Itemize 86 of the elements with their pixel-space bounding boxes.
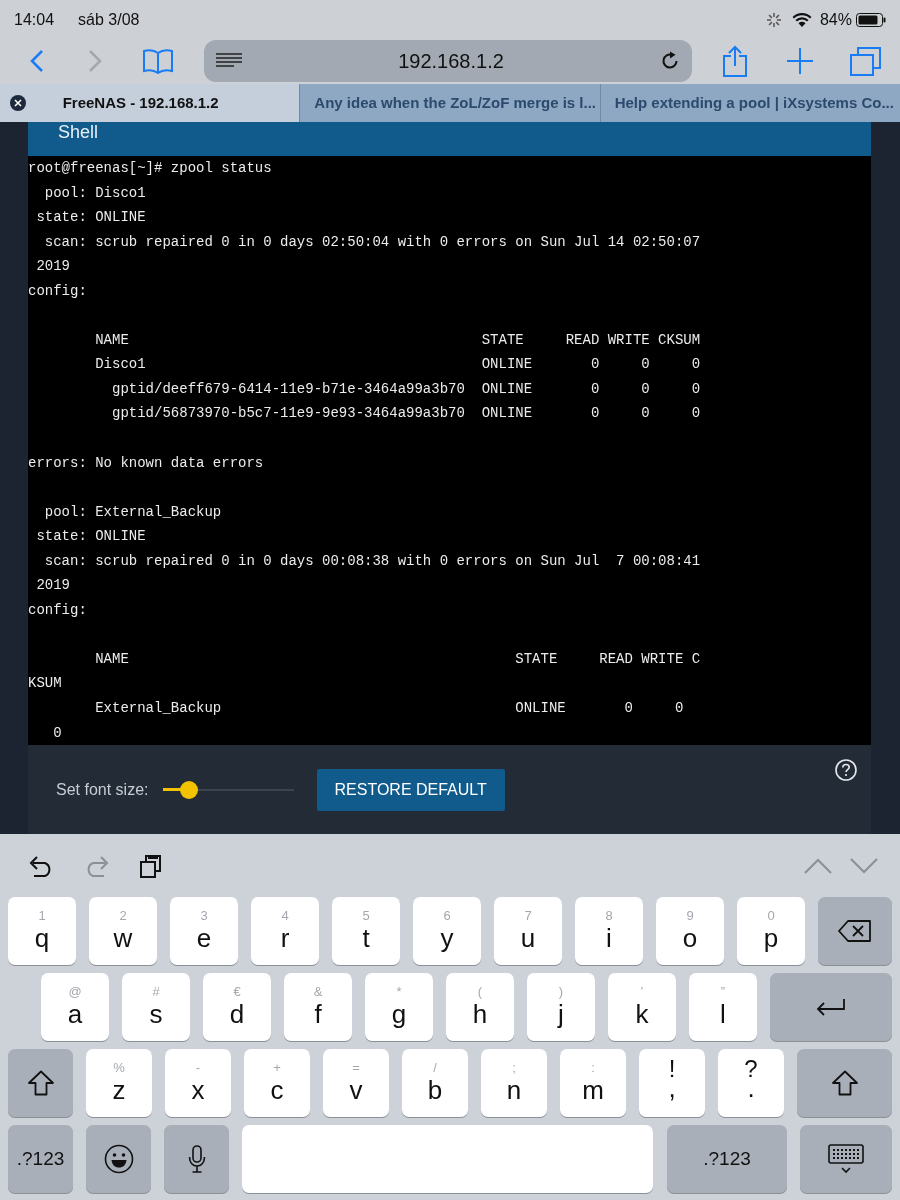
terminal-line: scan: scrub repaired 0 in 0 days 02:50:04 with 0 errors on Sun Jul 14 02:50:07 bbox=[43, 232, 702, 252]
keyboard-key[interactable]: - x bbox=[165, 1049, 231, 1117]
plus-icon[interactable] bbox=[786, 47, 814, 75]
keyboard-key[interactable]: / b bbox=[402, 1049, 468, 1117]
keyboard-key[interactable]: + c bbox=[244, 1049, 310, 1117]
terminal-line: config: bbox=[28, 600, 88, 620]
browser-tab[interactable]: Help extending a pool | iXsystems Co... bbox=[599, 84, 900, 122]
smiley-icon bbox=[103, 1144, 134, 1174]
shift-arrow-icon bbox=[830, 1070, 859, 1096]
terminal-line: pool: Disco1 bbox=[43, 183, 147, 203]
terminal-line: NAME STATE READ WRITE C bbox=[94, 649, 702, 669]
browser-tab[interactable]: FreeNAS - 192.168.1.2 bbox=[0, 84, 300, 122]
tabs-icon[interactable] bbox=[850, 46, 882, 76]
symbols-key[interactable]: .?123 bbox=[667, 1125, 787, 1193]
keyboard-key[interactable]: ; n bbox=[481, 1049, 547, 1117]
keyboard-key[interactable]: 3 e bbox=[170, 897, 238, 965]
terminal-line: 2019 bbox=[35, 257, 71, 277]
status-date: sáb 3/08 bbox=[78, 10, 140, 30]
terminal-line: Disco1 ONLINE 0 0 0 bbox=[94, 355, 702, 375]
terminal-line: root@freenas[~]# zpool status bbox=[28, 159, 273, 178]
panel-title: Shell bbox=[58, 122, 99, 142]
keyboard-icon bbox=[828, 1144, 864, 1174]
keyboard-key[interactable]: ? . bbox=[718, 1049, 784, 1117]
back-icon[interactable] bbox=[30, 49, 44, 73]
keyboard-key[interactable]: ! , bbox=[639, 1049, 705, 1117]
terminal-line: KSUM bbox=[28, 674, 63, 694]
terminal-line: gptid/deeff679-6414-11e9-b71e-3464a99a3b70 ONLINE 0 0 0 bbox=[111, 379, 702, 399]
keyboard-key[interactable]: € d bbox=[203, 973, 271, 1041]
return-icon bbox=[816, 998, 846, 1016]
book-icon[interactable] bbox=[142, 48, 174, 74]
keyboard-key[interactable]: % z bbox=[86, 1049, 152, 1117]
keyboard-key[interactable]: 1 q bbox=[8, 897, 76, 965]
keyboard-key[interactable]: 0 p bbox=[737, 897, 805, 965]
terminal-line: state: ONLINE bbox=[35, 208, 147, 228]
font-size-label: Set font size: bbox=[56, 779, 149, 800]
reload-icon[interactable] bbox=[660, 51, 680, 71]
terminal-line: config: bbox=[28, 281, 88, 301]
dictation-key[interactable] bbox=[164, 1125, 229, 1193]
battery-percent: 84% bbox=[819, 10, 852, 30]
hide-keyboard-key[interactable] bbox=[800, 1125, 892, 1193]
keyboard-key[interactable]: * g bbox=[365, 973, 433, 1041]
terminal-line: scan: scrub repaired 0 in 0 days 00:08:38 with 0 errors on Sun Jul 7 00:08:41 bbox=[43, 551, 702, 571]
keyboard-key[interactable]: 7 u bbox=[494, 897, 562, 965]
terminal-line: External_Backup ONLINE 0 0 bbox=[94, 699, 685, 719]
microphone-icon bbox=[187, 1145, 206, 1173]
keyboard-key[interactable]: # s bbox=[122, 973, 190, 1041]
terminal-line: gptid/56873970-b5c7-11e9-9e93-3464a99a3b70 ONLINE 0 0 0 bbox=[111, 404, 702, 424]
terminal-line: NAME STATE READ WRITE CKSUM bbox=[94, 330, 702, 350]
keyboard-key[interactable]: = v bbox=[323, 1049, 389, 1117]
keyboard-key[interactable]: : m bbox=[560, 1049, 626, 1117]
address-bar[interactable]: 192.168.1.2 bbox=[204, 40, 692, 82]
keyboard-key[interactable]: 6 y bbox=[413, 897, 481, 965]
keyboard-key[interactable]: ’ k bbox=[608, 973, 676, 1041]
keyboard-key[interactable]: 2 w bbox=[89, 897, 157, 965]
terminal-line: 0 bbox=[52, 723, 63, 743]
restore-default-button[interactable]: RESTORE DEFAULT bbox=[316, 768, 505, 811]
browser-tab[interactable]: Any idea when the ZoL/ZoF merge is l... bbox=[299, 84, 600, 122]
reader-icon[interactable] bbox=[216, 53, 242, 69]
clock-time: 14:04 bbox=[14, 10, 55, 30]
keyboard-key[interactable]: @ a bbox=[41, 973, 109, 1041]
close-icon[interactable] bbox=[10, 95, 26, 111]
backspace-key[interactable] bbox=[818, 897, 892, 965]
shift-key[interactable] bbox=[8, 1049, 73, 1117]
keyboard-key[interactable]: ) j bbox=[527, 973, 595, 1041]
activity-spinner-icon bbox=[765, 12, 782, 28]
keyboard-key[interactable]: ( h bbox=[446, 973, 514, 1041]
shift-arrow-icon bbox=[26, 1070, 55, 1096]
emoji-key[interactable] bbox=[86, 1125, 151, 1193]
paste-icon[interactable] bbox=[140, 853, 162, 878]
backspace-icon bbox=[838, 919, 872, 943]
keyboard-key[interactable]: ” l bbox=[689, 973, 757, 1041]
keyboard-key[interactable]: 9 o bbox=[656, 897, 724, 965]
keyboard-key[interactable]: 4 r bbox=[251, 897, 319, 965]
wifi-icon bbox=[791, 12, 812, 28]
help-icon[interactable] bbox=[835, 759, 857, 781]
keyboard-key[interactable]: 5 t bbox=[332, 897, 400, 965]
symbols-key[interactable]: .?123 bbox=[8, 1125, 73, 1193]
battery-icon bbox=[856, 13, 886, 27]
terminal-line: 2019 bbox=[35, 576, 71, 596]
terminal-line: pool: External_Backup bbox=[43, 502, 223, 522]
share-icon[interactable] bbox=[722, 45, 748, 77]
keyboard-key[interactable]: 8 i bbox=[575, 897, 643, 965]
keyboard-key[interactable]: & f bbox=[284, 973, 352, 1041]
terminal-line: errors: No known data errors bbox=[28, 453, 265, 473]
terminal-line: state: ONLINE bbox=[35, 527, 147, 547]
slider-thumb[interactable] bbox=[179, 780, 198, 799]
